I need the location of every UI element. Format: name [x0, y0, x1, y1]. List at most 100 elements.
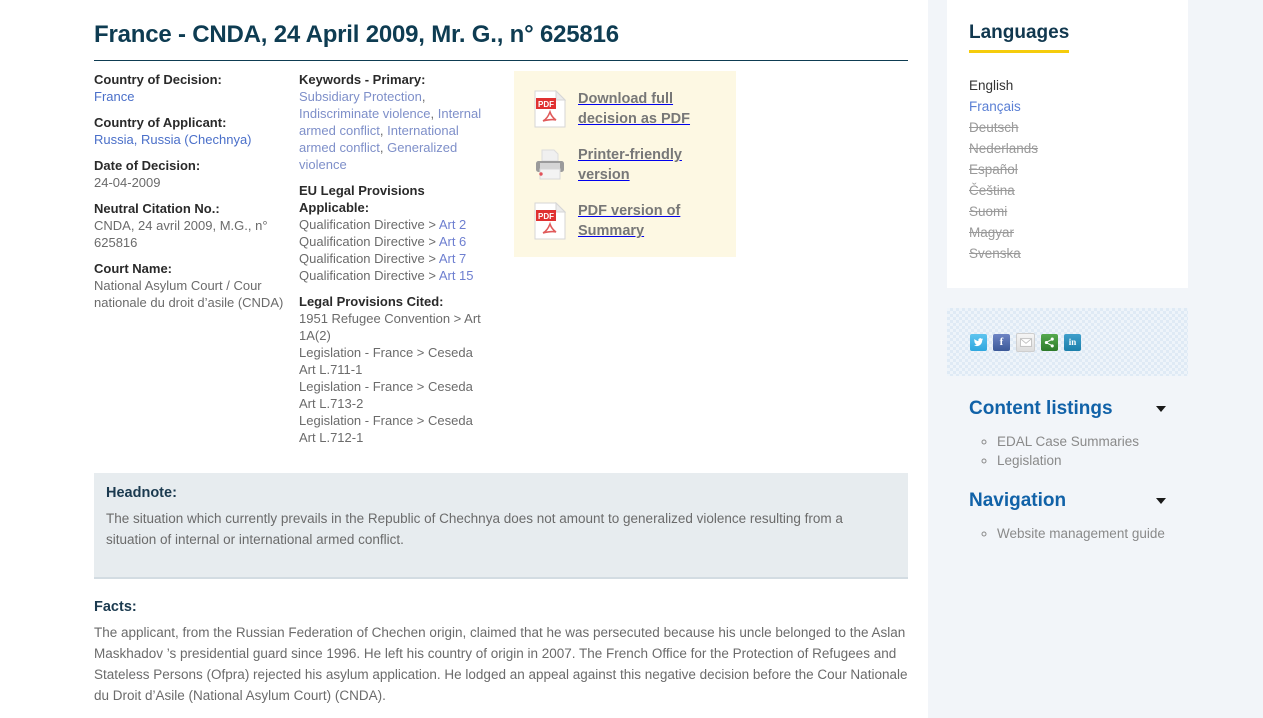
field-label: Date of Decision:	[94, 158, 201, 174]
content-listings-block: Content listings EDAL Case Summaries Legi…	[947, 376, 1188, 468]
provision-article-link[interactable]: Art 6	[439, 234, 466, 249]
language-item-deutsch: Deutsch	[969, 120, 1019, 135]
list-item: EDAL Case Summaries	[997, 434, 1166, 449]
keyword-link[interactable]: Subsidiary Protection	[299, 89, 422, 104]
twitter-icon[interactable]	[970, 333, 987, 351]
cited-provision-item: Legislation - France > Ceseda Art L.712-…	[299, 413, 473, 446]
download-full-decision-pdf[interactable]: PDF Download full decision as PDF	[528, 89, 722, 129]
right-sidebar: Languages English Français Deutsch Nederlan…	[947, 0, 1188, 545]
headnote-panel: Headnote: The situation which currently …	[94, 473, 908, 580]
field-label: Country of Applicant:	[94, 115, 227, 131]
navigation-list: Website management guide	[975, 526, 1166, 541]
field-neutral-citation: Neutral Citation No.: CNDA, 24 avril 200…	[94, 200, 291, 251]
provision-source: Qualification Directive >	[299, 217, 439, 233]
field-label: EU Legal Provisions Applicable:	[299, 183, 425, 216]
language-item-english[interactable]: English	[969, 75, 1166, 96]
facebook-icon[interactable]: f	[993, 333, 1010, 351]
languages-card: Languages English Français Deutsch Nederlan…	[947, 0, 1188, 288]
page-background-band-right	[1188, 0, 1263, 718]
field-value-country-of-applicant[interactable]: Russia, Russia (Chechnya)	[94, 132, 252, 147]
field-label: Neutral Citation No.:	[94, 201, 220, 217]
pdf-icon: PDF	[528, 202, 572, 240]
headnote-text: The situation which currently prevails i…	[106, 511, 843, 548]
field-eu-legal-provisions: EU Legal Provisions Applicable: Qualific…	[299, 182, 491, 284]
eu-provision-list: Qualification Directive > Art 2 Qualifica…	[299, 216, 491, 284]
language-item-magyar: Magyar	[969, 225, 1015, 240]
field-label: Country of Decision:	[94, 72, 222, 88]
language-item-suomi: Suomi	[969, 204, 1008, 219]
content-listings-title: Content listings	[969, 398, 1113, 419]
case-metadata-row: Country of Decision: France Country of A…	[94, 71, 908, 455]
language-item-franais[interactable]: Français	[969, 96, 1166, 117]
list-item: Website management guide	[997, 526, 1166, 541]
language-item-espaol: Español	[969, 162, 1018, 177]
cited-provision-item: 1951 Refugee Convention > Art 1A(2)	[299, 311, 481, 344]
language-item-etina: Čeština	[969, 183, 1015, 198]
pdf-icon: PDF	[528, 90, 572, 128]
field-court-name: Court Name: National Asylum Court / Cour…	[94, 260, 291, 311]
navigation-item[interactable]: Website management guide	[997, 526, 1165, 541]
keyword-link[interactable]: Indiscriminate violence	[299, 106, 431, 121]
content-listing-item[interactable]: Legislation	[997, 453, 1062, 468]
eu-provision-item: Qualification Directive > Art 15	[299, 267, 491, 284]
content-listing-item[interactable]: EDAL Case Summaries	[997, 434, 1139, 449]
eu-provision-item: Qualification Directive > Art 2	[299, 216, 491, 233]
field-value-date-of-decision: 24-04-2009	[94, 175, 161, 191]
field-value-neutral-citation: CNDA, 24 avril 2009, M.G., n° 625816	[94, 218, 268, 251]
svg-text:PDF: PDF	[538, 100, 554, 109]
provision-article-link[interactable]: Art 7	[439, 251, 466, 266]
field-value-country-of-decision[interactable]: France	[94, 89, 134, 104]
field-value-court-name: National Asylum Court / Cour nationale d…	[94, 278, 284, 311]
content-listings-list: EDAL Case Summaries Legislation	[975, 434, 1166, 468]
metadata-column-keywords: Keywords - Primary: Subsidiary Protectio…	[299, 71, 499, 455]
facts-text: The applicant, from the Russian Federati…	[94, 625, 908, 704]
provision-article-link[interactable]: Art 15	[439, 268, 474, 283]
field-label: Legal Provisions Cited:	[299, 294, 444, 310]
language-list: English Français Deutsch Nederlands Español Č…	[969, 75, 1166, 264]
facts-label: Facts:	[94, 599, 137, 616]
eu-provision-item: Qualification Directive > Art 7	[299, 250, 491, 267]
field-label: Court Name:	[94, 261, 173, 277]
metadata-column-downloads: PDF Download full decision as PDF Printe…	[499, 71, 908, 258]
printer-friendly-version[interactable]: Printer-friendly version	[528, 145, 722, 185]
navigation-title: Navigation	[969, 490, 1067, 511]
svg-text:PDF: PDF	[538, 212, 554, 221]
download-label: Printer-friendly version	[578, 147, 682, 184]
main-content-card: France - CNDA, 24 April 2009, Mr. G., n°…	[76, 0, 928, 718]
field-country-of-applicant: Country of Applicant: Russia, Russia (Ch…	[94, 114, 291, 148]
linkedin-icon[interactable]: in	[1064, 333, 1081, 351]
eu-provision-item: Qualification Directive > Art 6	[299, 233, 491, 250]
download-box: PDF Download full decision as PDF Printe…	[514, 71, 736, 258]
page-root: France - CNDA, 24 April 2009, Mr. G., n°…	[0, 0, 1263, 718]
languages-title: Languages	[969, 22, 1070, 53]
page-title: France - CNDA, 24 April 2009, Mr. G., n°…	[94, 21, 908, 62]
pdf-version-of-summary[interactable]: PDF PDF version of Summary	[528, 201, 722, 241]
chevron-down-icon[interactable]	[1156, 498, 1166, 504]
cited-provision-item: Legislation - France > Ceseda Art L.713-…	[299, 379, 473, 412]
field-country-of-decision: Country of Decision: France	[94, 71, 291, 105]
provision-article-link[interactable]: Art 2	[439, 217, 466, 232]
language-item-svenska: Svenska	[969, 246, 1021, 261]
content-listings-header[interactable]: Content listings	[969, 398, 1166, 420]
field-legal-provisions-cited: Legal Provisions Cited: 1951 Refugee Con…	[299, 293, 491, 446]
metadata-column-left: Country of Decision: France Country of A…	[94, 71, 299, 320]
download-label: Download full decision as PDF	[578, 91, 691, 128]
field-keywords-primary: Keywords - Primary: Subsidiary Protectio…	[299, 71, 491, 173]
provision-source: Qualification Directive >	[299, 251, 439, 267]
navigation-header[interactable]: Navigation	[969, 490, 1166, 512]
facts-section: Facts: The applicant, from the Russian F…	[94, 599, 908, 706]
social-share-bar: f in	[947, 308, 1188, 376]
download-label: PDF version of Summary	[578, 203, 681, 240]
headnote-label: Headnote:	[106, 485, 177, 502]
email-icon[interactable]	[1016, 332, 1035, 352]
list-item: Legislation	[997, 453, 1166, 468]
field-label: Keywords - Primary:	[299, 72, 426, 88]
navigation-block: Navigation Website management guide	[947, 472, 1188, 541]
cited-provision-list: 1951 Refugee Convention > Art 1A(2) Legis…	[299, 310, 491, 446]
share-icon[interactable]	[1041, 333, 1058, 351]
provision-source: Qualification Directive >	[299, 234, 439, 250]
language-item-nederlands: Nederlands	[969, 141, 1039, 156]
printer-icon	[528, 148, 572, 182]
keyword-list: Subsidiary Protection, Indiscriminate vi…	[299, 89, 482, 173]
chevron-down-icon[interactable]	[1156, 406, 1166, 412]
